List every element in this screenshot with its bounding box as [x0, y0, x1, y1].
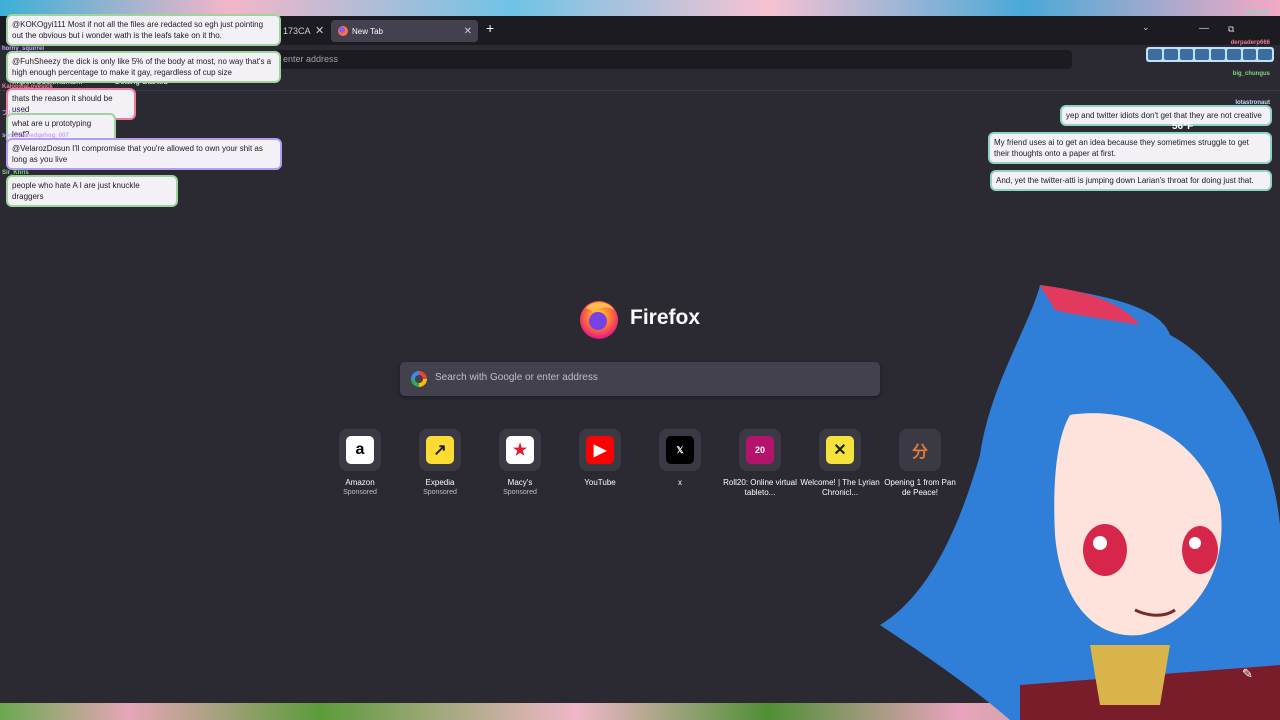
- top-site-label: Expedia: [425, 478, 455, 487]
- restore-icon[interactable]: ⧉: [1228, 24, 1234, 35]
- chat-message: And, yet the twitter-atti is jumping dow…: [990, 170, 1272, 191]
- chat-username: Coybold: [1246, 10, 1270, 16]
- top-site-icon-frame: ✕: [819, 429, 861, 471]
- chat-username: derpaderp666: [1230, 40, 1270, 46]
- firefox-logo-icon: [580, 301, 618, 339]
- new-tab-button[interactable]: +: [486, 20, 494, 36]
- weather-readout: 56°F: [1172, 121, 1194, 132]
- list-all-tabs-icon[interactable]: ⌄: [1142, 22, 1150, 33]
- emote-icon: [1148, 49, 1162, 60]
- tab-close-icon[interactable]: ✕: [464, 26, 472, 37]
- top-site-label: Roll20: Online virtual tableto...: [723, 478, 797, 497]
- top-site-label: Welcome! | The Lyrian Chronicl...: [800, 478, 880, 497]
- emote-icon: [1226, 49, 1241, 60]
- top-site-label: Macy's: [507, 478, 533, 487]
- top-site-icon-frame: 20: [739, 429, 781, 471]
- youtube-icon: ▶: [586, 436, 614, 464]
- top-site-icon-frame: a: [339, 429, 381, 471]
- emote-icon: [1242, 49, 1257, 60]
- chat-message: people who hate A I are just knuckle dra…: [6, 175, 178, 207]
- firefox-favicon-icon: [338, 26, 348, 36]
- top-site-icon-frame: ↗: [419, 429, 461, 471]
- expedia-icon: ↗: [426, 436, 454, 464]
- top-site-tile[interactable]: 𝕏x: [640, 429, 720, 488]
- top-site-tile[interactable]: 20 Roll20: Online virtual tableto...: [720, 429, 800, 498]
- tab-background-close-icon[interactable]: ✕: [315, 24, 324, 37]
- vtuber-avatar: [880, 285, 1280, 720]
- macys-icon: ★: [506, 436, 534, 464]
- top-site-icon-frame: 𝕏: [659, 429, 701, 471]
- chat-message: @KOKOgyi111 Most if not all the files ar…: [6, 14, 281, 46]
- emote-icon: [1163, 49, 1178, 60]
- roll20-icon: 20: [746, 436, 774, 464]
- toolbar-divider: [0, 90, 1280, 91]
- top-site-tile[interactable]: ▶ YouTube: [560, 429, 640, 488]
- top-site-label: YouTube: [584, 478, 616, 487]
- pencil-icon[interactable]: ✎: [1242, 666, 1253, 682]
- top-site-sponsored: Sponsored: [503, 489, 537, 496]
- search-placeholder: Search with Google or enter address: [435, 372, 598, 383]
- chat-message: @VelarozDosun I'll compromise that you'r…: [6, 138, 282, 170]
- top-site-tile[interactable]: ★ Macy's Sponsored: [480, 429, 560, 498]
- top-site-label: Amazon: [345, 478, 375, 487]
- emote-icon: [1195, 49, 1209, 60]
- chat-username: big_chungus: [1232, 71, 1270, 77]
- minimize-icon[interactable]: —: [1199, 23, 1209, 34]
- google-icon: [411, 371, 427, 387]
- lyrian-icon: ✕: [826, 436, 854, 464]
- top-site-icon-frame: ★: [499, 429, 541, 471]
- top-site-tile[interactable]: a Amazon Sponsored: [320, 429, 400, 498]
- chat-message: yep and twitter idiots don't get that th…: [1060, 105, 1272, 126]
- emote-icon: [1258, 49, 1272, 60]
- top-site-label: x: [678, 478, 682, 487]
- emote-strip: [1146, 47, 1274, 62]
- newtab-search-box[interactable]: Search with Google or enter address: [400, 362, 880, 396]
- chat-message: @FuhSheezy the dick is only like 5% of t…: [6, 51, 281, 83]
- top-site-sponsored: Sponsored: [423, 489, 457, 496]
- tab-new-tab[interactable]: New Tab ✕: [331, 20, 478, 42]
- firefox-wordmark: Firefox: [630, 306, 701, 329]
- chat-message: My friend uses ai to get an idea because…: [988, 132, 1272, 164]
- x-icon: 𝕏: [666, 436, 694, 464]
- top-site-tile[interactable]: ↗ Expedia Sponsored: [400, 429, 480, 498]
- amazon-icon: a: [346, 436, 374, 464]
- emote-icon: [1179, 49, 1194, 60]
- top-site-icon-frame: ▶: [579, 429, 621, 471]
- tab-title: New Tab: [352, 26, 383, 36]
- top-site-sponsored: Sponsored: [343, 489, 377, 496]
- top-site-tile[interactable]: ✕ Welcome! | The Lyrian Chronicl...: [800, 429, 880, 498]
- url-bar[interactable]: enter address: [275, 50, 1072, 69]
- emote-icon: [1211, 49, 1225, 60]
